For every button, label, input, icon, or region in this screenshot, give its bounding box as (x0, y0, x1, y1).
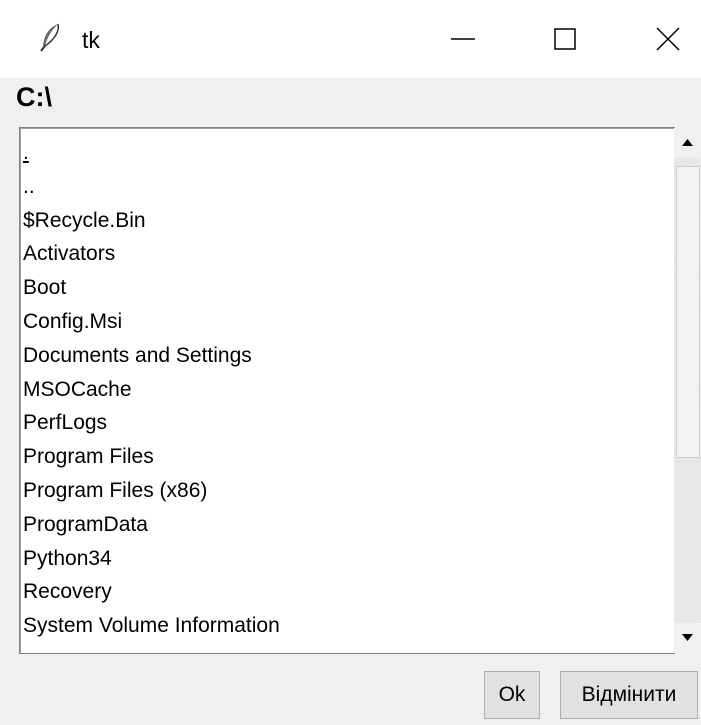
directory-listbox[interactable]: . .. $Recycle.Bin Activators Boot Config… (19, 127, 675, 654)
minimize-icon (451, 38, 475, 40)
list-item[interactable]: . (20, 136, 280, 170)
list-item[interactable]: Documents and Settings (20, 339, 280, 373)
maximize-icon (554, 28, 576, 50)
list-item[interactable]: $Recycle.Bin (20, 204, 280, 238)
close-icon (656, 27, 680, 51)
list-item[interactable]: PerfLogs (20, 406, 280, 440)
maximize-button[interactable] (532, 14, 598, 64)
scrollbar-thumb[interactable] (676, 166, 700, 458)
feather-icon (36, 22, 66, 52)
minimize-button[interactable] (430, 14, 496, 64)
list-item[interactable]: Python34 (20, 542, 280, 576)
vertical-scrollbar[interactable] (674, 128, 701, 653)
list-item[interactable]: Program Files (20, 440, 280, 474)
ok-button[interactable]: Ok (484, 671, 540, 719)
list-item[interactable]: Activators (20, 237, 280, 271)
title-bar[interactable]: tk (0, 0, 701, 78)
list-item[interactable]: ProgramData (20, 508, 280, 542)
directory-list: . .. $Recycle.Bin Activators Boot Config… (20, 136, 280, 643)
list-item[interactable]: Boot (20, 271, 280, 305)
scroll-up-button[interactable] (674, 128, 701, 158)
cancel-button[interactable]: Відмінити (560, 671, 698, 719)
arrow-up-icon (682, 139, 693, 146)
list-item[interactable]: MSOCache (20, 373, 280, 407)
arrow-down-icon (682, 634, 693, 641)
list-item[interactable]: .. (20, 170, 280, 204)
window-title: tk (82, 27, 100, 53)
current-path-label: C:\ (16, 82, 52, 112)
list-item[interactable]: Program Files (x86) (20, 474, 280, 508)
scroll-down-button[interactable] (674, 623, 701, 653)
list-item[interactable]: Recovery (20, 575, 280, 609)
tk-window: tk C:\ . .. $Recycle.Bin Activators Boot (0, 0, 701, 725)
close-button[interactable] (635, 14, 701, 64)
list-item[interactable]: System Volume Information (20, 609, 280, 643)
list-item[interactable]: Config.Msi (20, 305, 280, 339)
